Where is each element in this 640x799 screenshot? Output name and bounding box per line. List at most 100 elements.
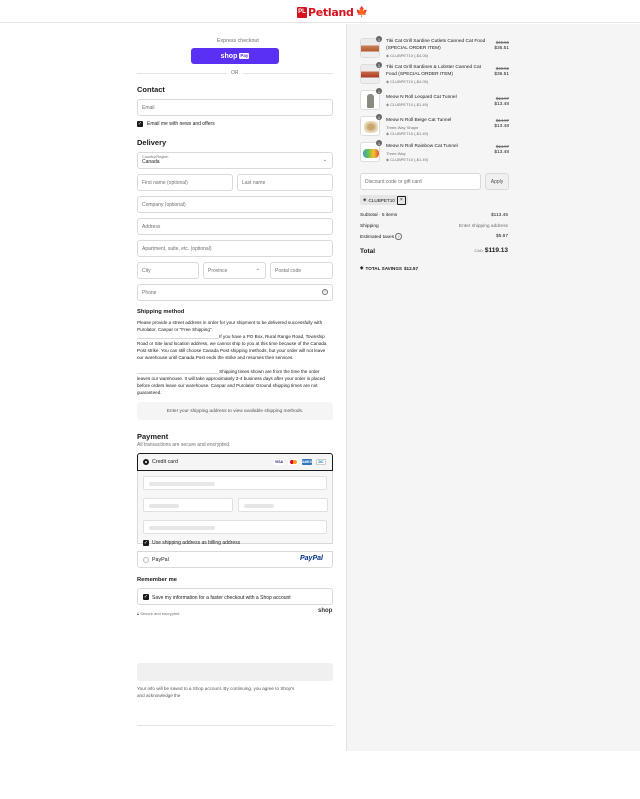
subtotal-value: $113.46 — [491, 213, 508, 218]
shipping-method-title: Shipping method — [137, 309, 185, 315]
shipping-info-2: ________________________________________… — [137, 334, 333, 362]
paypal-radio[interactable] — [143, 557, 149, 563]
currency-label: CAD — [474, 248, 483, 253]
petland-logo[interactable]: PL Petland 🍁 — [297, 5, 368, 19]
item-name: Meow N Roll Rainbow Cat Tunnel — [386, 144, 458, 149]
help-icon[interactable]: ? — [395, 233, 402, 240]
skeleton-bar — [149, 482, 215, 486]
postal-code-field[interactable]: Postal code — [270, 262, 333, 279]
skeleton-bar — [149, 504, 179, 508]
province-placeholder: Province — [208, 267, 228, 274]
phone-placeholder: Phone — [142, 289, 157, 296]
payment-title: Payment — [137, 432, 169, 441]
apartment-field[interactable]: Apartment, suite, etc. (optional) — [137, 240, 333, 257]
country-select[interactable]: Country/Region Canada ⌄ — [137, 152, 333, 169]
billing-same-checkbox[interactable]: ✓ — [143, 540, 149, 546]
city-placeholder: City — [142, 267, 151, 274]
item-discount: ◈ CLUBPET10 (-$1.49) — [386, 131, 428, 136]
first-name-field[interactable]: First name (optional) — [137, 174, 233, 191]
phone-field[interactable]: Phone ? — [137, 284, 333, 301]
quantity-badge: 1 — [376, 140, 382, 146]
email-field[interactable]: Email — [137, 99, 333, 116]
postal-placeholder: Postal code — [275, 267, 302, 274]
applied-code-chip: ◈ CLUBPET10 × — [360, 195, 408, 205]
first-name-placeholder: First name (optional) — [142, 179, 188, 186]
logo-badge: PL — [297, 6, 307, 18]
item-discount: ◈ CLUBPET10 (-$1.49) — [386, 102, 428, 107]
name-on-card-field[interactable] — [143, 520, 327, 534]
header: PL Petland 🍁 — [0, 0, 640, 23]
save-info-checkbox[interactable]: ✓ — [143, 594, 149, 600]
item-old-price: $40.56 — [495, 66, 509, 71]
shop-logo: shop — [318, 608, 333, 614]
item-variant: Three-Way Shape — [386, 125, 419, 130]
savings-label: TOTAL SAVINGS — [365, 265, 402, 271]
item-discount-text: CLUBPET10 (-$1.49) — [390, 102, 429, 107]
tag-icon: ◈ — [386, 157, 390, 162]
lock-icon: 🔒︎ — [137, 611, 140, 616]
applied-code: CLUBPET10 — [368, 197, 395, 203]
credit-card-option[interactable]: Credit card VISA AMEX DC — [137, 453, 333, 471]
or-label: OR — [231, 70, 239, 76]
item-discount-text: CLUBPET10 (-$1.49) — [390, 131, 429, 136]
secure-label: 🔒︎ Secure and encrypted — [137, 611, 179, 616]
visa-icon: VISA — [274, 459, 284, 465]
item-price: $36.51 — [494, 46, 509, 51]
tag-icon: ◈ — [386, 53, 390, 58]
quantity-badge: 1 — [376, 114, 382, 120]
item-discount: ◈ CLUBPET10 (-$4.05) — [386, 79, 428, 84]
province-select[interactable]: Province ⌄ — [203, 262, 266, 279]
item-name: Meow N Roll Leopard Cat Tunnel — [386, 95, 457, 100]
shipping-notice: Enter your shipping address to view avai… — [137, 402, 333, 420]
delivery-title: Delivery — [137, 138, 167, 147]
credit-card-radio[interactable] — [143, 459, 149, 465]
item-discount-text: CLUBPET10 (-$4.05) — [390, 79, 429, 84]
security-code-field[interactable] — [238, 498, 328, 512]
news-checkbox[interactable]: ✓ — [137, 121, 143, 127]
address-field[interactable]: Address — [137, 218, 333, 235]
tag-icon: ◈ — [386, 102, 390, 107]
pay-now-button[interactable] — [137, 663, 333, 681]
apply-button[interactable]: Apply — [485, 173, 509, 190]
last-name-field[interactable]: Last name — [237, 174, 333, 191]
discount-code-field[interactable]: Discount code or gift card — [360, 173, 481, 190]
expiry-field[interactable] — [143, 498, 233, 512]
shipping-rule-1: ________________________________________… — [137, 334, 219, 339]
chevron-down-icon: ⌄ — [322, 157, 327, 163]
item-name: Tiki Cat Grill Sardine Cutlets Canned Ca… — [386, 39, 486, 51]
country-value: Canada — [142, 159, 160, 165]
item-price: $36.51 — [494, 72, 509, 77]
subtotal-label: Subtotal · 5 items — [360, 213, 398, 218]
item-old-price: $14.97 — [495, 118, 509, 123]
discount-placeholder: Discount code or gift card — [365, 178, 422, 185]
shipping-info-3: ________________________________________… — [137, 369, 333, 397]
quantity-badge: 1 — [376, 62, 382, 68]
paypal-logo: PayPal — [300, 555, 323, 562]
shop-pay-label: shop — [220, 52, 238, 60]
shop-pay-button[interactable]: shop Pay — [191, 48, 279, 64]
city-field[interactable]: City — [137, 262, 199, 279]
diners-icon: DC — [316, 459, 326, 465]
total-savings: ◈ TOTAL SAVINGS $12.57 — [360, 265, 418, 271]
checkout-form: Express checkout shop Pay OR Contact Ema… — [0, 24, 346, 799]
email-placeholder: Email — [142, 104, 155, 111]
company-field[interactable]: Company (optional) — [137, 196, 333, 213]
terms-line-2: and acknowledge the — [137, 692, 181, 698]
help-icon[interactable]: ? — [322, 289, 328, 295]
shop-pay-tag: Pay — [239, 53, 250, 59]
amex-icon: AMEX — [301, 459, 313, 465]
item-discount-text: CLUBPET10 (-$1.49) — [390, 157, 429, 162]
item-old-price: $14.97 — [495, 144, 509, 149]
payment-subtitle: All transactions are secure and encrypte… — [137, 442, 231, 448]
or-divider-left — [137, 73, 227, 74]
remove-code-icon[interactable]: × — [396, 195, 406, 205]
quantity-badge: 1 — [376, 36, 382, 42]
paypal-option[interactable]: PayPal PayPal — [137, 551, 333, 568]
taxes-value: $5.67 — [495, 234, 508, 239]
card-number-field[interactable] — [143, 476, 327, 490]
item-discount: ◈ CLUBPET10 (-$4.05) — [386, 53, 428, 58]
item-discount: ◈ CLUBPET10 (-$1.49) — [386, 157, 428, 162]
address-placeholder: Address — [142, 223, 161, 230]
item-name: Tiki Cat Grill Sardines & Lobster Canned… — [386, 65, 482, 77]
item-discount-text: CLUBPET10 (-$4.05) — [390, 53, 429, 58]
